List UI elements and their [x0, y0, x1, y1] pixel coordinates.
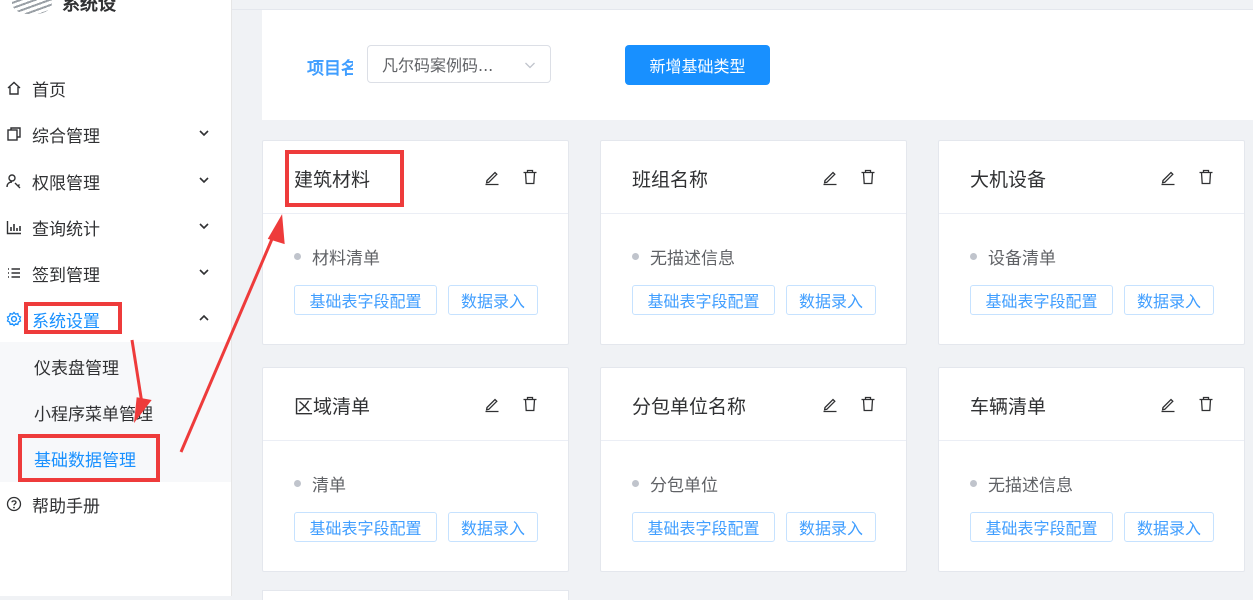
card-header: 分包单位名称 — [601, 368, 906, 441]
bullet-dot — [294, 480, 301, 487]
sidebar-item-label: 权限管理 — [32, 173, 100, 194]
annotation-box-base-data — [18, 434, 160, 482]
data-entry-button[interactable]: 数据录入 — [786, 512, 876, 542]
edit-icon[interactable] — [821, 395, 839, 413]
logo: 系统设 — [0, 0, 231, 16]
data-entry-button[interactable]: 数据录入 — [1124, 512, 1214, 542]
delete-icon[interactable] — [521, 168, 539, 186]
data-entry-button[interactable]: 数据录入 — [448, 285, 538, 315]
sidebar: 系统设 首页 综合管理 权限管理 查询统计 签到管理 系统设置 仪表盘管理 小程… — [0, 0, 232, 596]
chevron-down-icon — [199, 177, 209, 184]
card-title: 车辆清单 — [970, 396, 1047, 418]
filter-bar: 项目名 凡尔码案例码... 新增基础类型 — [262, 10, 1253, 120]
field-config-button[interactable]: 基础表字段配置 — [970, 285, 1113, 315]
field-config-button[interactable]: 基础表字段配置 — [294, 285, 437, 315]
delete-icon[interactable] — [859, 395, 877, 413]
sidebar-item-label: 首页 — [32, 80, 66, 101]
data-entry-button[interactable]: 数据录入 — [786, 285, 876, 315]
card-header: 班组名称 — [601, 141, 906, 214]
sidebar-item-label: 帮助手册 — [32, 496, 100, 517]
card-title: 分包单位名称 — [632, 396, 747, 418]
submenu-item-miniprogram-menu[interactable]: 小程序菜单管理 — [0, 390, 231, 434]
chevron-up-icon — [199, 314, 209, 321]
sidebar-item-general[interactable]: 综合管理 — [0, 112, 231, 156]
card-header: 区域清单 — [263, 368, 568, 441]
card-description: 分包单位 — [632, 471, 718, 496]
add-base-type-button[interactable]: 新增基础类型 — [625, 45, 770, 85]
base-type-card: 班组名称 无描述信息 基础表字段配置 数据录入 — [600, 140, 907, 345]
question-circle-icon — [6, 496, 22, 512]
card-description: 设备清单 — [970, 244, 1056, 269]
card-description: 材料清单 — [294, 244, 380, 269]
bullet-dot — [632, 480, 639, 487]
sidebar-item-checkin[interactable]: 签到管理 — [0, 251, 231, 295]
field-config-button[interactable]: 基础表字段配置 — [632, 512, 775, 542]
base-type-card: 分包单位名称 分包单位 基础表字段配置 数据录入 — [600, 367, 907, 572]
project-select[interactable]: 凡尔码案例码... — [367, 45, 551, 83]
bar-chart-icon — [6, 219, 22, 235]
base-type-card: 车辆清单 无描述信息 基础表字段配置 数据录入 — [938, 367, 1245, 572]
card-description: 无描述信息 — [632, 244, 735, 269]
edit-icon[interactable] — [483, 168, 501, 186]
sidebar-item-home[interactable]: 首页 — [0, 66, 231, 110]
card-description: 清单 — [294, 471, 346, 496]
edit-icon[interactable] — [1159, 168, 1177, 186]
gear-icon — [6, 311, 22, 327]
delete-icon[interactable] — [1197, 168, 1215, 186]
field-config-button[interactable]: 基础表字段配置 — [632, 285, 775, 315]
user-key-icon — [6, 173, 22, 189]
bullet-dot — [294, 253, 301, 260]
annotation-box-card-title — [285, 150, 404, 207]
submenu-item-dashboard[interactable]: 仪表盘管理 — [0, 344, 231, 388]
chevron-down-icon — [199, 223, 209, 230]
edit-icon[interactable] — [1159, 395, 1177, 413]
sidebar-item-label: 查询统计 — [32, 219, 100, 240]
card-header: 车辆清单 — [939, 368, 1244, 441]
chevron-down-icon — [199, 130, 209, 137]
bullet-dot — [970, 253, 977, 260]
sidebar-item-label: 签到管理 — [32, 265, 100, 286]
sidebar-item-help[interactable]: 帮助手册 — [0, 482, 231, 526]
card-description: 无描述信息 — [970, 471, 1073, 496]
copy-icon — [6, 126, 22, 142]
edit-icon[interactable] — [483, 395, 501, 413]
logo-text: 系统设 — [62, 0, 116, 15]
field-config-button[interactable]: 基础表字段配置 — [294, 512, 437, 542]
card-header: 大机设备 — [939, 141, 1244, 214]
delete-icon[interactable] — [859, 168, 877, 186]
base-type-card: 区域清单 清单 基础表字段配置 数据录入 — [262, 367, 569, 572]
sidebar-item-permissions[interactable]: 权限管理 — [0, 159, 231, 203]
home-icon — [6, 80, 22, 96]
card-title: 区域清单 — [294, 396, 371, 418]
card-title: 大机设备 — [970, 169, 1047, 191]
base-type-card-partial — [262, 590, 569, 600]
bullet-dot — [632, 253, 639, 260]
annotation-box-system-settings — [24, 302, 122, 334]
sidebar-item-statistics[interactable]: 查询统计 — [0, 205, 231, 249]
project-label: 项目名 — [307, 59, 353, 79]
list-icon — [6, 265, 22, 281]
data-entry-button[interactable]: 数据录入 — [448, 512, 538, 542]
chevron-down-icon — [199, 269, 209, 276]
card-title: 班组名称 — [632, 169, 709, 191]
delete-icon[interactable] — [521, 395, 539, 413]
edit-icon[interactable] — [821, 168, 839, 186]
bullet-dot — [970, 480, 977, 487]
field-config-button[interactable]: 基础表字段配置 — [970, 512, 1113, 542]
delete-icon[interactable] — [1197, 395, 1215, 413]
sidebar-item-label: 综合管理 — [32, 126, 100, 147]
project-select-value: 凡尔码案例码... — [382, 56, 494, 75]
base-type-card: 大机设备 设备清单 基础表字段配置 数据录入 — [938, 140, 1245, 345]
chevron-down-icon — [525, 62, 535, 69]
logo-icon — [12, 0, 52, 14]
data-entry-button[interactable]: 数据录入 — [1124, 285, 1214, 315]
